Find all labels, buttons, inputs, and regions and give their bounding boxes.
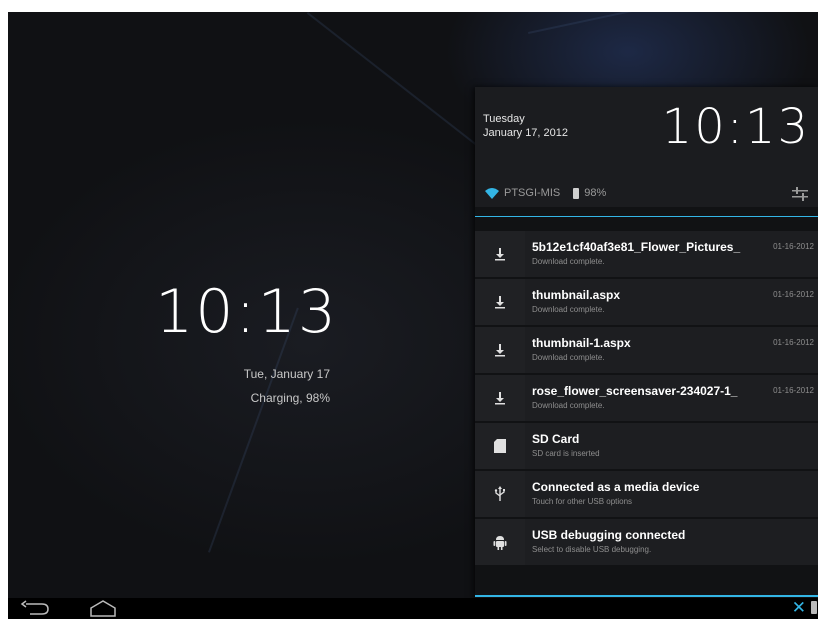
lockscreen-charging-status: Charging, 98% — [250, 391, 330, 405]
notification-time: 01-16-2012 — [773, 242, 814, 251]
download-icon — [495, 296, 505, 309]
header-day: Tuesday — [483, 113, 525, 125]
wifi-icon — [485, 188, 499, 199]
lockscreen-clock: 10:13 — [155, 277, 338, 347]
notification-subtitle: Download complete. — [532, 257, 605, 266]
navigation-bar: ✕ — [8, 598, 818, 619]
header-divider — [475, 216, 818, 217]
notification-item[interactable]: rose_flower_screensaver-234027-1_ Downlo… — [475, 375, 818, 421]
tablet-screen: 10:13 Tue, January 17 Charging, 98% Tues… — [8, 12, 818, 619]
notification-item[interactable]: SD Card SD card is inserted — [475, 423, 818, 469]
notification-subtitle: Touch for other USB options — [532, 497, 633, 506]
panel-header: Tuesday January 17, 2012 10:13 PTSGI-MIS… — [475, 87, 818, 207]
notification-subtitle: Select to disable USB debugging. — [532, 545, 652, 554]
lockscreen-date: Tue, January 17 — [243, 367, 330, 381]
notification-time: 01-16-2012 — [773, 290, 814, 299]
notification-item[interactable]: Connected as a media device Touch for ot… — [475, 471, 818, 517]
notification-item[interactable]: 5b12e1cf40af3e81_Flower_Pictures_ Downlo… — [475, 231, 818, 277]
download-icon — [495, 344, 505, 357]
notification-title: Connected as a media device — [532, 480, 700, 494]
notification-subtitle: Download complete. — [532, 305, 605, 314]
notification-subtitle: SD card is inserted — [532, 449, 600, 458]
notification-time: 01-16-2012 — [773, 386, 814, 395]
back-icon[interactable] — [20, 600, 50, 616]
notification-subtitle: Download complete. — [532, 401, 605, 410]
header-date: January 17, 2012 — [483, 127, 569, 139]
notification-title: SD Card — [532, 432, 580, 446]
header-clock: 10:13 — [661, 99, 810, 155]
notification-item[interactable]: USB debugging connected Select to disabl… — [475, 519, 818, 565]
settings-icon[interactable] — [792, 187, 808, 201]
battery-level: 98% — [584, 187, 607, 199]
notification-list: 5b12e1cf40af3e81_Flower_Pictures_ Downlo… — [475, 231, 818, 567]
notification-panel: Tuesday January 17, 2012 10:13 PTSGI-MIS… — [475, 87, 818, 598]
network-name: PTSGI-MIS — [504, 187, 561, 199]
notification-title: 5b12e1cf40af3e81_Flower_Pictures_ — [532, 240, 741, 254]
notification-subtitle: Download complete. — [532, 353, 605, 362]
notification-title: thumbnail.aspx — [532, 288, 621, 302]
notification-item[interactable]: thumbnail.aspx Download complete. 01-16-… — [475, 279, 818, 325]
notification-item[interactable]: thumbnail-1.aspx Download complete. 01-1… — [475, 327, 818, 373]
network-status[interactable]: PTSGI-MIS 98% — [485, 185, 606, 201]
download-icon — [495, 392, 505, 405]
panel-bottom-divider — [475, 595, 818, 597]
notification-title: USB debugging connected — [532, 528, 686, 542]
battery-icon — [811, 601, 817, 614]
notification-title: rose_flower_screensaver-234027-1_ — [532, 384, 738, 398]
sd-card-icon — [494, 439, 506, 453]
notification-title: thumbnail-1.aspx — [532, 336, 631, 350]
wallpaper-line — [528, 12, 818, 34]
home-icon[interactable] — [88, 599, 118, 617]
usb-icon — [494, 486, 505, 501]
download-icon — [495, 248, 505, 261]
android-debug-icon — [493, 536, 507, 550]
notification-time: 01-16-2012 — [773, 338, 814, 347]
close-icon[interactable]: ✕ — [792, 599, 806, 617]
battery-icon — [573, 187, 580, 199]
